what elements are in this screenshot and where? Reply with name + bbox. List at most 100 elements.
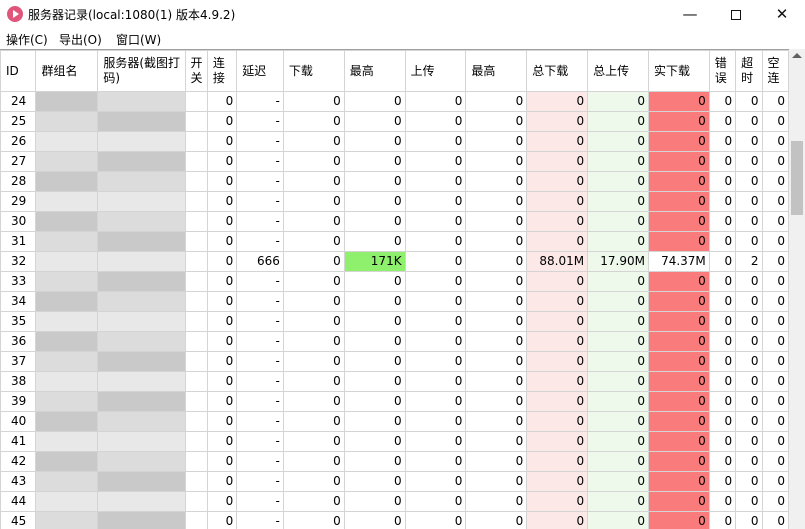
cell-upload-peak: 0 [465, 151, 528, 172]
column-header-group[interactable]: 群组名 [35, 50, 99, 92]
table-row[interactable]: 32 0 666 0 171K 0 0 88.01M 17.90M 74.37M 0 2 0 [0, 251, 789, 272]
column-header-id[interactable]: ID [0, 50, 37, 92]
cell-download: 0 [282, 431, 345, 452]
maximize-icon [731, 9, 741, 20]
table-row[interactable]: 42 0-0 0 0 0 0 0 0 0 0 0 [0, 451, 789, 472]
cell-errors: 0 [708, 131, 737, 152]
cell-download-peak: 0 [343, 331, 406, 352]
menu-window[interactable]: 窗口(W) [116, 31, 161, 48]
column-header-upload-peak[interactable]: 最高 [465, 50, 528, 92]
cell-real-download: 0 [647, 511, 710, 529]
cell-errors: 0 [708, 171, 737, 192]
cell-download: 0 [282, 471, 345, 492]
column-header-server[interactable]: 服务器(截图打码) [97, 50, 186, 92]
table-row[interactable]: 39 0-0 0 0 0 0 0 0 0 0 0 [0, 391, 789, 412]
cell-total-download: 0 [526, 231, 589, 252]
cell-switch [184, 491, 208, 512]
column-header-switch[interactable]: 开关 [184, 50, 208, 92]
column-header-timeouts[interactable]: 超时 [735, 50, 763, 92]
table-row[interactable]: 25 0-0 0 0 0 0 0 0 0 0 0 [0, 111, 789, 132]
cell-empty-conn: 0 [761, 291, 789, 312]
cell-upload: 0 [404, 471, 467, 492]
cell-group [35, 251, 99, 272]
cell-conn: 0 [206, 311, 238, 332]
cell-total-download: 0 [526, 271, 589, 292]
table-row[interactable]: 35 0-0 0 0 0 0 0 0 0 0 0 [0, 311, 789, 332]
cell-switch [184, 511, 208, 529]
cell-total-download: 0 [526, 451, 589, 472]
table-row[interactable]: 38 0-0 0 0 0 0 0 0 0 0 0 [0, 371, 789, 392]
menu-operate[interactable]: 操作(C) [6, 31, 48, 48]
scroll-up-arrow-icon[interactable] [792, 53, 802, 58]
cell-conn: 0 [206, 471, 238, 492]
column-header-total-download[interactable]: 总下载 [526, 50, 589, 92]
cell-upload-peak: 0 [465, 191, 528, 212]
cell-group [35, 451, 99, 472]
menu-export[interactable]: 导出(O) [59, 31, 102, 48]
cell-total-download: 0 [526, 211, 589, 232]
table-row[interactable]: 40 0-0 0 0 0 0 0 0 0 0 0 [0, 411, 789, 432]
app-play-icon [7, 6, 23, 22]
table-row[interactable]: 36 0-0 0 0 0 0 0 0 0 0 0 [0, 331, 789, 352]
cell-switch [184, 311, 208, 332]
column-header-upload[interactable]: 上传 [404, 50, 467, 92]
cell-download-peak: 0 [343, 151, 406, 172]
cell-total-download: 0 [526, 171, 589, 192]
scrollbar-thumb[interactable] [791, 141, 803, 215]
cell-group [35, 491, 99, 512]
cell-download: 0 [282, 311, 345, 332]
table-row[interactable]: 34 0-0 0 0 0 0 0 0 0 0 0 [0, 291, 789, 312]
column-header-conn[interactable]: 连接 [206, 50, 238, 92]
column-header-real-download[interactable]: 实下载 [647, 50, 710, 92]
cell-real-download: 0 [647, 211, 710, 232]
column-header-total-upload[interactable]: 总上传 [587, 50, 649, 92]
table-row[interactable]: 41 0-0 0 0 0 0 0 0 0 0 0 [0, 431, 789, 452]
column-header-download[interactable]: 下载 [282, 50, 345, 92]
column-header-errors[interactable]: 错误 [708, 50, 737, 92]
cell-switch [184, 291, 208, 312]
table-row[interactable]: 44 0-0 0 0 0 0 0 0 0 0 0 [0, 491, 789, 512]
table-row[interactable]: 31 0-0 0 0 0 0 0 0 0 0 0 [0, 231, 789, 252]
table-row[interactable]: 37 0-0 0 0 0 0 0 0 0 0 0 [0, 351, 789, 372]
cell-upload: 0 [404, 511, 467, 529]
cell-group [35, 91, 99, 112]
cell-total-upload: 17.90M [587, 251, 649, 272]
cell-latency: - [236, 291, 284, 312]
cell-latency: - [236, 511, 284, 529]
cell-server [97, 151, 186, 172]
cell-timeouts: 0 [735, 331, 763, 352]
cell-group [35, 231, 99, 252]
cell-total-download: 0 [526, 191, 589, 212]
cell-total-download: 0 [526, 491, 589, 512]
table-row[interactable]: 24 0-0 0 0 0 0 0 0 0 0 0 [0, 91, 789, 112]
table-row[interactable]: 28 0-0 0 0 0 0 0 0 0 0 0 [0, 171, 789, 192]
cell-total-upload: 0 [587, 291, 649, 312]
server-table: ID 群组名 服务器(截图打码) 开关 连接 延迟 下载 最高 上传 最高 总下载 总上传 实下载 错误超… [0, 50, 789, 529]
table-row[interactable]: 45 0-0 0 0 0 0 0 0 0 0 0 [0, 511, 789, 529]
close-button[interactable]: ✕ [759, 0, 805, 29]
cell-real-download: 0 [647, 111, 710, 132]
table-row[interactable]: 33 0-0 0 0 0 0 0 0 0 0 0 [0, 271, 789, 292]
column-header-download-peak[interactable]: 最高 [343, 50, 406, 92]
table-row[interactable]: 27 0-0 0 0 0 0 0 0 0 0 0 [0, 151, 789, 172]
maximize-button[interactable] [713, 0, 759, 29]
cell-download: 0 [282, 331, 345, 352]
cell-switch [184, 471, 208, 492]
cell-download-peak: 0 [343, 391, 406, 412]
cell-download: 0 [282, 131, 345, 152]
vertical-scrollbar[interactable] [789, 49, 805, 529]
cell-timeouts: 0 [735, 411, 763, 432]
cell-latency: - [236, 431, 284, 452]
cell-real-download: 0 [647, 231, 710, 252]
table-row[interactable]: 26 0-0 0 0 0 0 0 0 0 0 0 [0, 131, 789, 152]
cell-conn: 0 [206, 211, 238, 232]
column-header-empty-conn[interactable]: 空连 [761, 50, 789, 92]
cell-upload-peak: 0 [465, 511, 528, 529]
minimize-button[interactable]: — [667, 0, 713, 29]
table-row[interactable]: 29 0-0 0 0 0 0 0 0 0 0 0 [0, 191, 789, 212]
cell-download: 0 [282, 111, 345, 132]
column-header-latency[interactable]: 延迟 [236, 50, 284, 92]
cell-id: 34 [0, 291, 37, 312]
table-row[interactable]: 30 0-0 0 0 0 0 0 0 0 0 0 [0, 211, 789, 232]
table-row[interactable]: 43 0-0 0 0 0 0 0 0 0 0 0 [0, 471, 789, 492]
